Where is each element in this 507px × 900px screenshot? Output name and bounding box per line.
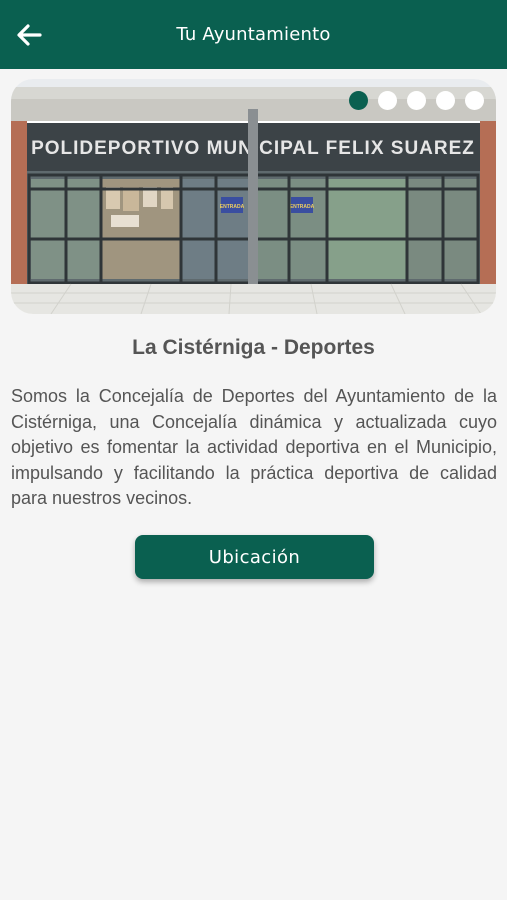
entrance-sign-left: ENTRADA — [220, 204, 245, 210]
location-button[interactable]: Ubicación — [135, 535, 374, 579]
carousel-dot-5[interactable] — [465, 91, 484, 110]
carousel-indicators — [349, 91, 484, 110]
app-bar: Tu Ayuntamiento — [0, 0, 507, 69]
carousel-dot-4[interactable] — [436, 91, 455, 110]
page-title: Tu Ayuntamiento — [176, 24, 331, 45]
section-heading: La Cistérniga - Deportes — [132, 336, 375, 359]
image-carousel[interactable]: POLIDEPORTIVO MUNICIPAL FELIX SUAREZ ENT… — [11, 79, 496, 314]
carousel-dot-2[interactable] — [378, 91, 397, 110]
carousel-dot-3[interactable] — [407, 91, 426, 110]
section-description: Somos la Concejalía de Deportes del Ayun… — [11, 386, 497, 508]
back-button[interactable] — [12, 18, 46, 52]
sports-center-photo: POLIDEPORTIVO MUNICIPAL FELIX SUAREZ ENT… — [11, 79, 496, 314]
entrance-sign-right: ENTRADA — [290, 204, 315, 210]
carousel-dot-1[interactable] — [349, 91, 368, 110]
arrow-left-icon — [17, 24, 42, 46]
